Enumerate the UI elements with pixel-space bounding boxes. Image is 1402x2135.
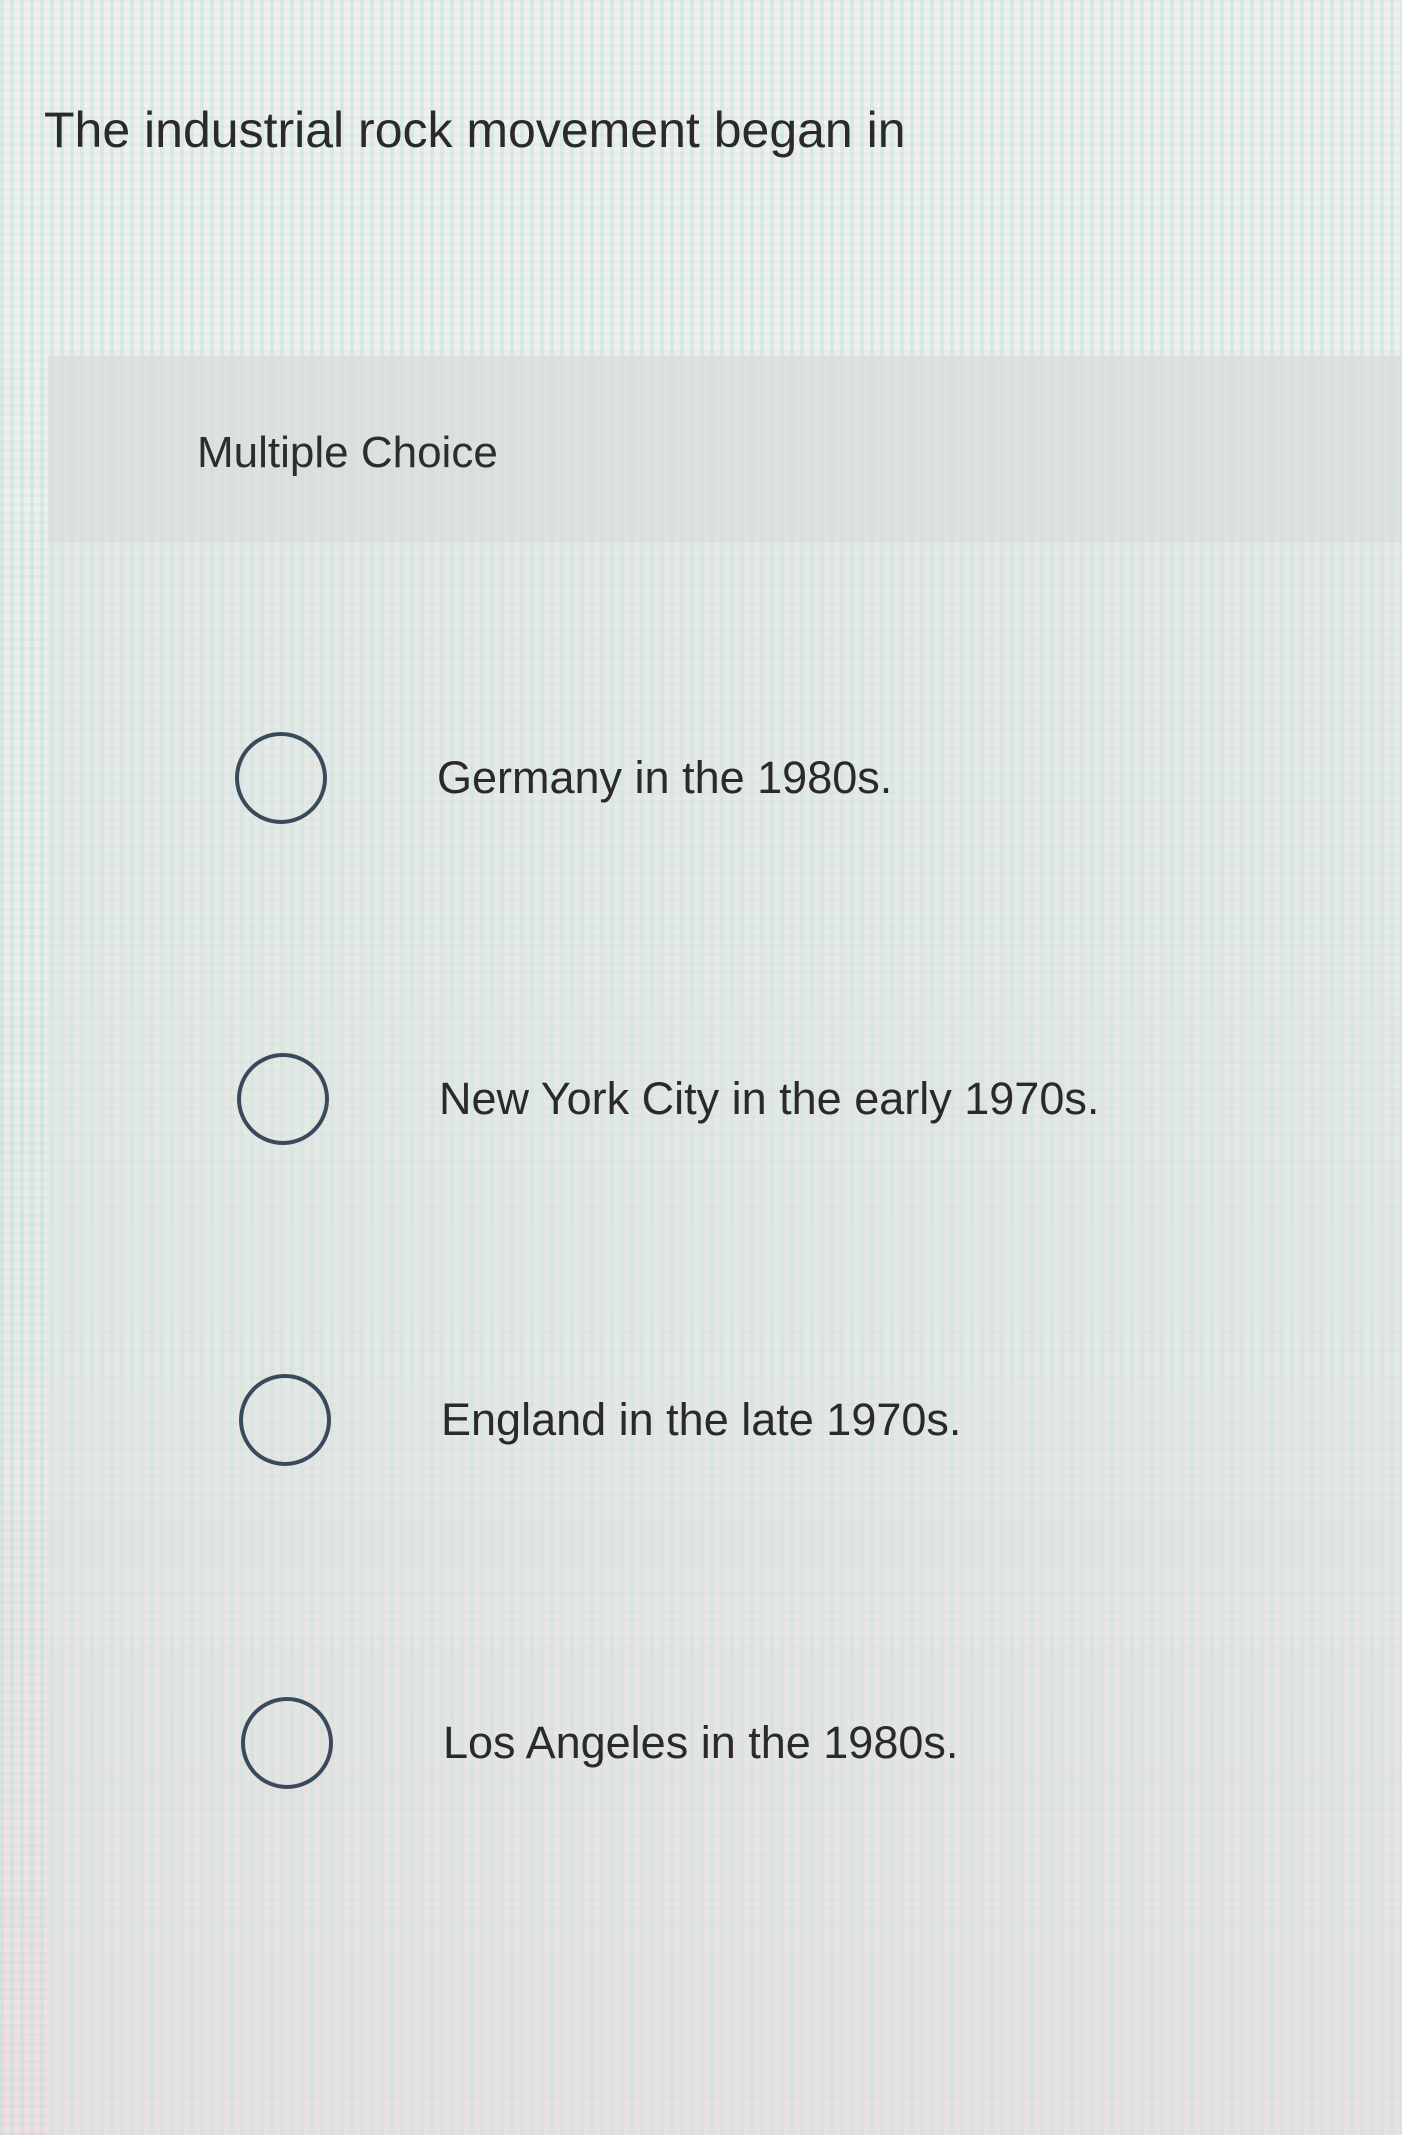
page: The industrial rock movement began in Mu… (0, 0, 1402, 2135)
answer-option-3[interactable]: England in the late 1970s. (239, 1365, 1339, 1475)
question-text: The industrial rock movement began in (44, 102, 906, 158)
answer-option-2[interactable]: New York City in the early 1970s. (237, 1044, 1337, 1154)
answer-option-4[interactable]: Los Angeles in the 1980s. (241, 1688, 1341, 1798)
multiple-choice-label: Multiple Choice (197, 428, 498, 477)
answer-option-label: Los Angeles in the 1980s. (443, 1717, 959, 1768)
answer-option-1[interactable]: Germany in the 1980s. (235, 723, 1335, 833)
answer-option-label: Germany in the 1980s. (437, 752, 893, 803)
radio-button-icon[interactable] (235, 732, 327, 824)
answer-option-label: New York City in the early 1970s. (439, 1073, 1100, 1124)
radio-button-icon[interactable] (239, 1374, 331, 1466)
answer-panel (48, 356, 1402, 2135)
radio-button-icon[interactable] (237, 1053, 329, 1145)
radio-button-icon[interactable] (241, 1697, 333, 1789)
answer-option-label: England in the late 1970s. (441, 1394, 962, 1445)
